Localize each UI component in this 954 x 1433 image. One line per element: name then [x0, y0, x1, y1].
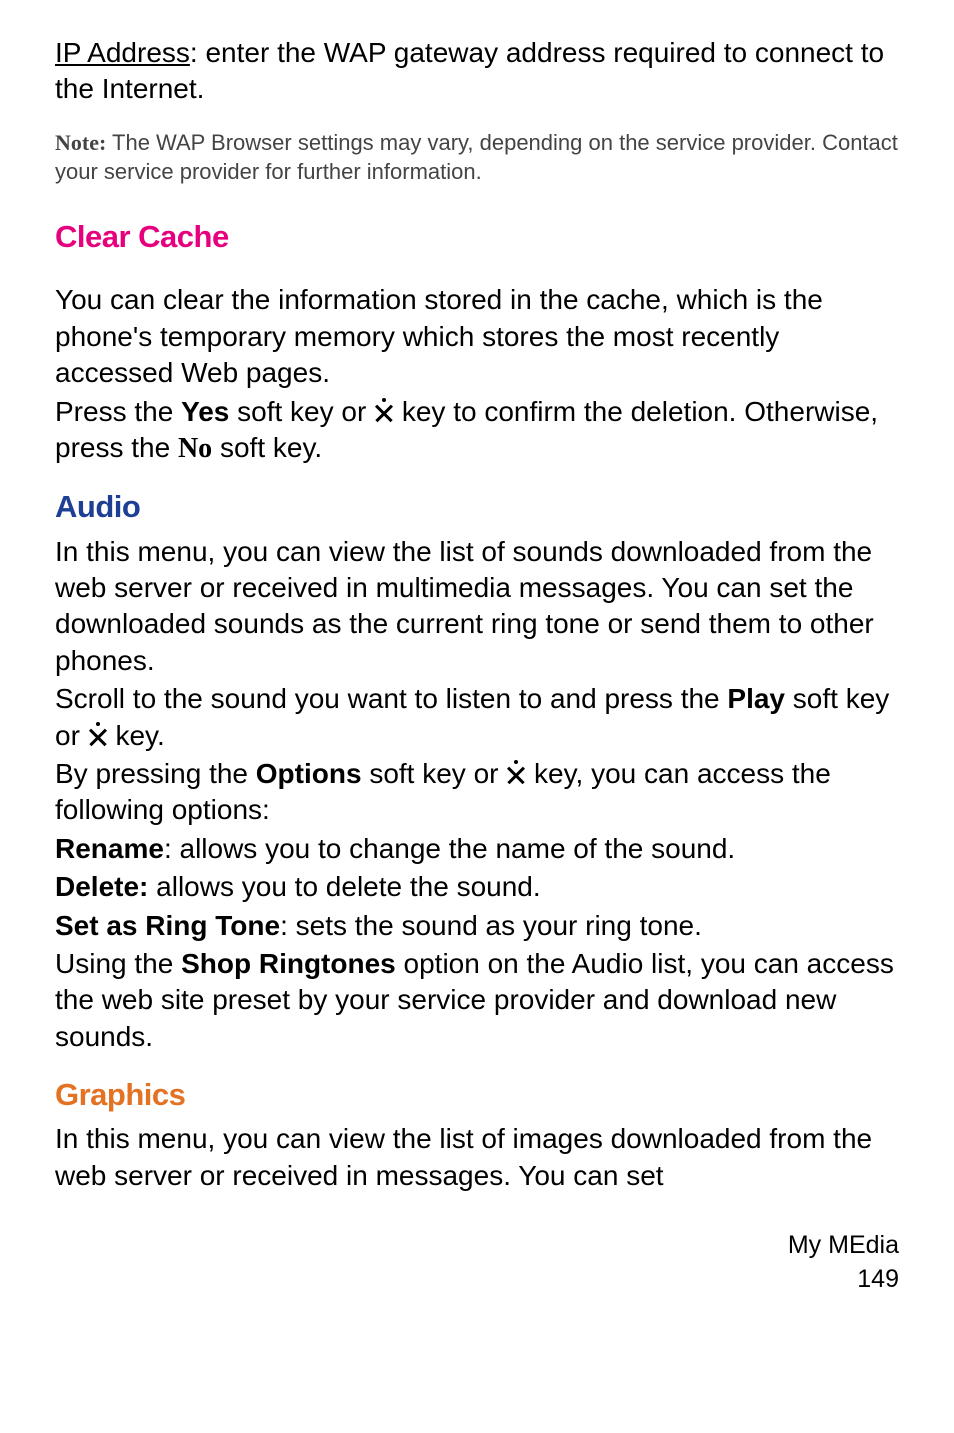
play-softkey: Play — [727, 683, 785, 714]
clear-cache-heading: Clear Cache — [55, 217, 899, 257]
text-fragment: soft key. — [212, 432, 322, 463]
note-text: The WAP Browser settings may vary, depen… — [55, 130, 898, 185]
ringtone-label: Set as Ring Tone — [55, 910, 280, 941]
ringtone-option: Set as Ring Tone: sets the sound as your… — [55, 908, 899, 944]
clear-cache-p2: Press the Yes soft key or key to confirm… — [55, 394, 899, 468]
note-label: Note: — [55, 130, 106, 155]
rename-text: : allows you to change the name of the s… — [164, 833, 735, 864]
text-fragment: soft key or — [229, 396, 374, 427]
text-fragment: Scroll to the sound you want to listen t… — [55, 683, 727, 714]
delete-text: allows you to delete the sound. — [148, 871, 540, 902]
delete-option: Delete: allows you to delete the sound. — [55, 869, 899, 905]
footer-page-number: 149 — [55, 1263, 899, 1297]
clear-cache-p1: You can clear the information stored in … — [55, 282, 899, 391]
page-footer: My MEdia 149 — [55, 1229, 899, 1297]
text-fragment: key. — [108, 720, 165, 751]
audio-p3: By pressing the Options soft key or key,… — [55, 756, 899, 829]
note-block: Note: The WAP Browser settings may vary,… — [55, 128, 899, 187]
graphics-p1: In this menu, you can view the list of i… — [55, 1121, 899, 1194]
audio-p2: Scroll to the sound you want to listen t… — [55, 681, 899, 754]
audio-p4: Using the Shop Ringtones option on the A… — [55, 946, 899, 1055]
options-softkey: Options — [256, 758, 362, 789]
ringtone-text: : sets the sound as your ring tone. — [280, 910, 702, 941]
graphics-heading: Graphics — [55, 1075, 899, 1115]
text-fragment: soft key or — [362, 758, 507, 789]
text-fragment: Using the — [55, 948, 181, 979]
delete-label: Delete: — [55, 871, 148, 902]
audio-heading: Audio — [55, 487, 899, 527]
text-fragment: Press the — [55, 396, 181, 427]
yes-softkey: Yes — [181, 396, 229, 427]
rename-label: Rename — [55, 833, 164, 864]
confirm-key-icon — [374, 403, 394, 423]
confirm-key-icon — [88, 727, 108, 747]
confirm-key-icon — [506, 765, 526, 785]
text-fragment: By pressing the — [55, 758, 256, 789]
ip-address-para: IP Address: enter the WAP gateway addres… — [55, 35, 899, 108]
rename-option: Rename: allows you to change the name of… — [55, 831, 899, 867]
footer-title: My MEdia — [55, 1229, 899, 1263]
ip-address-label: IP Address — [55, 37, 190, 68]
audio-p1: In this menu, you can view the list of s… — [55, 534, 899, 680]
no-softkey: No — [178, 433, 212, 464]
shop-ringtones-label: Shop Ringtones — [181, 948, 396, 979]
